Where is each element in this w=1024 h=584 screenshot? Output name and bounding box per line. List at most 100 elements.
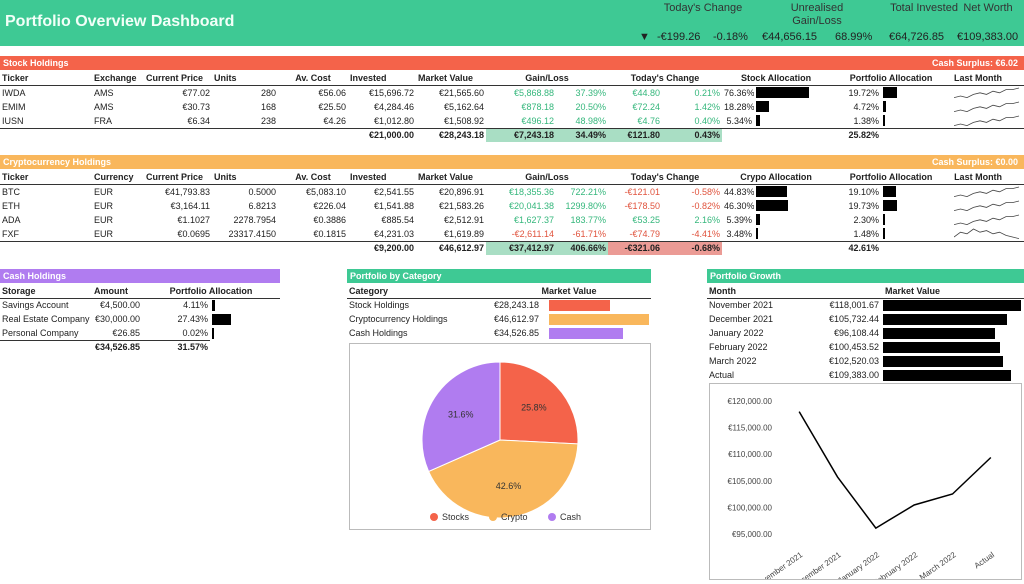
sparkline-cell <box>952 213 1024 227</box>
total-cell: 42.61% <box>830 240 882 255</box>
cell-mv: €1,508.92 <box>443 115 484 126</box>
column-header: Today's Change <box>608 71 723 86</box>
cell-invested: €885.54 <box>381 214 414 225</box>
cell-category: Stock Holdings <box>349 300 410 311</box>
legend-label: Cash <box>560 512 581 522</box>
cell-palloc: 1.38% <box>853 115 880 126</box>
allocation-bar <box>756 115 760 127</box>
cell-price: €77.02 <box>182 87 210 98</box>
cell-price: €3,164.11 <box>170 200 210 211</box>
empty-cell <box>754 127 831 142</box>
table-row: November 2021 €118,001.67 <box>707 298 1024 312</box>
empty-cell <box>722 240 755 255</box>
growth-bar-cell <box>881 354 1024 368</box>
growth-table: Month Market Value November 2021 €118,001.6… <box>707 284 1024 382</box>
sparkline-cell <box>952 199 1024 213</box>
x-tick-label: March 2022 <box>918 550 958 579</box>
total-cell: €28,243.18 <box>416 127 486 142</box>
empty-cell <box>144 240 212 255</box>
y-tick-label: €100,000.00 <box>728 503 773 512</box>
table-row: Actual €109,383.00 <box>707 368 1024 382</box>
cell-units: 238 <box>260 115 276 126</box>
cell-category: Cryptocurrency Holdings <box>349 314 448 324</box>
total-cell: -0.68% <box>662 240 723 255</box>
cell-invested: €2,541.55 <box>373 186 414 197</box>
empty-cell <box>278 240 348 255</box>
column-header: Av. Cost <box>278 170 348 185</box>
cell-gain: €1,627.37 <box>513 214 554 225</box>
allocation-bar <box>756 186 787 198</box>
cell-price: €30.73 <box>182 101 210 112</box>
allocation-bar-cell <box>754 184 830 199</box>
growth-bar <box>883 355 1003 367</box>
section-title: Portfolio by Category <box>350 271 442 281</box>
cash-holdings-title-bar: Cash Holdings <box>0 269 280 283</box>
column-header: Ticker <box>0 71 92 86</box>
column-header: Portfolio Allocation <box>830 71 953 86</box>
cell-price: €0.0695 <box>177 228 210 239</box>
cell-avcost: €5,083.10 <box>305 186 346 197</box>
portfolio-allocation-bar-cell <box>881 114 952 129</box>
portfolio-allocation-bar <box>883 87 897 99</box>
cell-mv: €21,565.60 <box>438 87 484 98</box>
allocation-bar <box>212 299 215 311</box>
empty-cell <box>881 240 953 255</box>
todays-change-label: Today's Change <box>663 2 743 14</box>
growth-bar-cell <box>881 326 1024 340</box>
cell-pct: 0.02% <box>182 327 208 338</box>
portfolio-allocation-bar <box>883 115 885 127</box>
cell-market-value: €118,001.67 <box>829 300 879 311</box>
cell-storage: Savings Account <box>2 300 69 311</box>
total-cell: €21,000.00 <box>348 127 416 142</box>
cell-today_pct: 0.40% <box>694 115 721 126</box>
category-table: Category Market Value Stock Holdings €28,24… <box>347 284 651 340</box>
allocation-bar-cell <box>210 326 280 340</box>
total-cell: €46,612.97 <box>416 240 486 255</box>
column-header: Gain/Loss <box>486 71 609 86</box>
unrealised-label: Unrealised Gain/Loss <box>790 2 844 27</box>
cell-units: 280 <box>260 87 276 98</box>
sparkline <box>953 87 1020 98</box>
legend-label: Stocks <box>442 512 470 522</box>
sparkline <box>953 200 1020 211</box>
cell-market-value: €34,526.85 <box>493 328 539 338</box>
cell-ticker: ADA <box>2 214 21 225</box>
column-header: Units <box>212 71 278 86</box>
column-header: Market Value <box>801 284 1024 299</box>
category-bar <box>549 299 610 311</box>
cell-today: €4.76 <box>637 115 661 126</box>
empty-cell <box>210 340 280 354</box>
cell-alloc: 46.30% <box>724 200 755 211</box>
cell-alloc: 5.34% <box>726 115 753 126</box>
empty-cell <box>92 127 144 142</box>
allocation-bar-cell <box>210 312 280 326</box>
cell-today: -€178.50 <box>624 200 661 211</box>
cell-gain: €20,041.38 <box>508 200 554 211</box>
section-title: Portfolio Growth <box>710 271 781 281</box>
cell-ticker: EMIM <box>2 101 26 112</box>
total-cell: €7,243.18 <box>486 127 556 142</box>
cell-amount: €30,000.00 <box>94 314 140 324</box>
total-cell: -€321.06 <box>608 240 663 255</box>
cell-alloc: 76.36% <box>724 87 755 98</box>
total-cell: €121.80 <box>608 127 663 142</box>
cell-today: €53.25 <box>632 214 661 225</box>
cell-units: 0.5000 <box>248 186 276 197</box>
column-header: Market Value <box>416 170 486 185</box>
cell-mv: €1,619.89 <box>443 228 484 239</box>
sparkline <box>953 115 1020 126</box>
allocation-bar-cell <box>754 227 830 242</box>
page-title: Portfolio Overview Dashboard <box>5 13 235 30</box>
pie-label: 31.6% <box>448 409 474 419</box>
table-row: February 2022 €100,453.52 <box>707 340 1024 354</box>
column-header: Stock Allocation <box>722 71 831 86</box>
column-header: Invested <box>348 170 416 185</box>
cell-palloc: 1.48% <box>853 228 880 239</box>
table-row: Cash Holdings €34,526.85 <box>347 326 651 340</box>
crypto-holdings-title-bar: Cryptocurrency Holdings Cash Surplus: €0… <box>0 155 1024 169</box>
cell-today_pct: 0.21% <box>694 87 721 98</box>
x-tick-label: November 2021 <box>753 550 805 579</box>
total-row: €34,526.85 31.57% <box>0 339 280 354</box>
growth-line <box>798 411 992 530</box>
cell-month: December 2021 <box>709 314 774 324</box>
